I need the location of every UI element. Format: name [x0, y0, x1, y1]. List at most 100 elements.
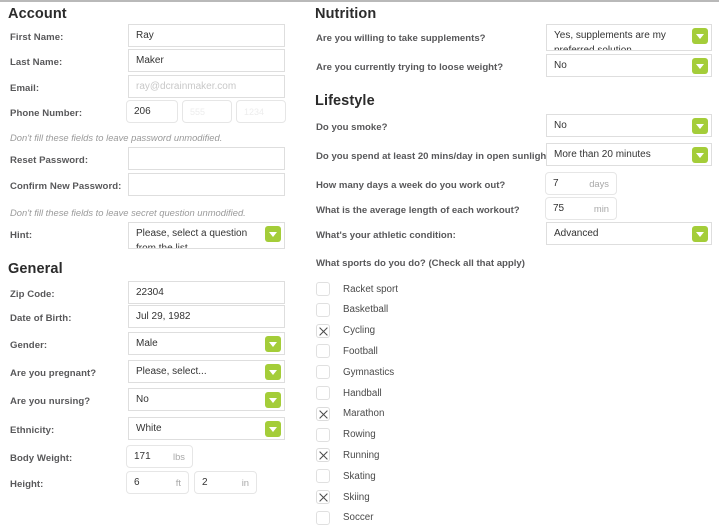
checkbox-unchecked-icon[interactable] — [316, 469, 330, 484]
section-title-nutrition: Nutrition — [315, 6, 377, 22]
sport-checkbox-label: Racket sport — [343, 283, 398, 295]
body-weight-value: 171 — [134, 451, 151, 462]
chevron-down-icon[interactable] — [265, 392, 281, 408]
select-ethnicity-value: White — [136, 423, 162, 434]
select-gender-value: Male — [136, 338, 158, 349]
select-sunlight[interactable]: More than 20 minutes — [546, 143, 712, 166]
label-are-you-pregnant: Are you pregnant? — [10, 368, 97, 379]
input-zip-code[interactable]: 22304 — [128, 281, 285, 304]
checkbox-unchecked-icon[interactable] — [316, 282, 330, 296]
input-email[interactable]: ray@dcrainmaker.com — [128, 75, 285, 98]
label-email: Email: — [10, 83, 40, 94]
input-days-workout[interactable]: 7 days — [545, 172, 617, 195]
sport-checkbox-label: Gymnastics — [343, 366, 395, 378]
select-athletic-condition-value: Advanced — [554, 228, 599, 239]
sport-checkbox-row[interactable]: Handball — [316, 383, 382, 403]
sport-checkbox-row[interactable]: Rowing — [316, 425, 376, 445]
checkbox-checked-icon[interactable] — [316, 448, 330, 463]
label-workout-length: What is the average length of each worko… — [316, 205, 520, 216]
input-confirm-new-password[interactable] — [128, 173, 285, 196]
input-date-of-birth[interactable]: Jul 29, 1982 — [128, 305, 285, 328]
label-hint: Hint: — [10, 230, 33, 241]
sport-checkbox-row[interactable]: Cycling — [316, 321, 375, 341]
checkbox-checked-icon[interactable] — [316, 323, 330, 338]
select-ethnicity[interactable]: White — [128, 417, 285, 440]
select-do-you-smoke[interactable]: No — [546, 114, 712, 137]
sport-checkbox-row[interactable]: Football — [316, 341, 378, 361]
sport-checkbox-row[interactable]: Racket sport — [316, 279, 398, 299]
select-loose-weight[interactable]: No — [546, 54, 712, 77]
password-note: Don't fill these fields to leave passwor… — [10, 132, 223, 143]
select-loose-weight-value: No — [554, 60, 567, 71]
label-date-of-birth: Date of Birth: — [10, 313, 72, 324]
select-hint[interactable]: Please, select a question from the list. — [128, 222, 285, 249]
sport-checkbox-row[interactable]: Skating — [316, 466, 376, 486]
input-workout-length[interactable]: 75 min — [545, 197, 617, 220]
chevron-down-icon[interactable] — [692, 58, 708, 74]
input-body-weight[interactable]: 171 lbs — [126, 445, 193, 468]
chevron-down-icon[interactable] — [692, 118, 708, 134]
label-athletic-condition: What's your athletic condition: — [316, 230, 456, 241]
sport-checkbox-label: Football — [343, 345, 378, 357]
input-phone-area[interactable]: 206 — [126, 100, 178, 123]
label-do-you-smoke: Do you smoke? — [316, 122, 388, 133]
sport-checkbox-row[interactable]: Soccer — [316, 508, 374, 528]
input-last-name[interactable]: Maker — [128, 49, 285, 72]
label-first-name: First Name: — [10, 32, 64, 43]
label-zip-code: Zip Code: — [10, 289, 55, 300]
select-supplements[interactable]: Yes, supplements are my preferred soluti… — [546, 24, 712, 51]
label-gender: Gender: — [10, 340, 48, 351]
sport-checkbox-label: Rowing — [343, 429, 376, 441]
sport-checkbox-row[interactable]: Gymnastics — [316, 362, 394, 382]
chevron-down-icon[interactable] — [692, 226, 708, 242]
input-first-name[interactable]: Ray — [128, 24, 285, 47]
input-phone-prefix[interactable]: 555 — [182, 100, 232, 123]
sport-checkbox-row[interactable]: Skiing — [316, 487, 370, 507]
select-athletic-condition[interactable]: Advanced — [546, 222, 712, 245]
chevron-down-icon[interactable] — [692, 28, 708, 44]
select-sunlight-value: More than 20 minutes — [554, 149, 651, 160]
chevron-down-icon[interactable] — [265, 226, 281, 242]
select-hint-value: Please, select a question from the list. — [136, 228, 248, 249]
sport-checkbox-row[interactable]: Marathon — [316, 404, 384, 424]
sport-checkbox-label: Cycling — [343, 325, 376, 337]
sport-checkbox-row[interactable]: Basketball — [316, 300, 388, 320]
select-pregnant-value: Please, select... — [136, 366, 207, 377]
select-are-you-nursing[interactable]: No — [128, 388, 285, 411]
sport-checkbox-label: Skiing — [343, 491, 370, 503]
checkbox-unchecked-icon[interactable] — [316, 427, 330, 442]
sport-checkbox-row[interactable]: Running — [316, 445, 380, 465]
label-are-you-nursing: Are you nursing? — [10, 396, 91, 407]
checkbox-unchecked-icon[interactable] — [316, 365, 330, 380]
sport-checkbox-label: Soccer — [343, 512, 374, 524]
input-phone-line[interactable]: 1234 — [236, 100, 286, 123]
select-gender[interactable]: Male — [128, 332, 285, 355]
sport-checkbox-label: Skating — [343, 470, 376, 482]
checkbox-unchecked-icon[interactable] — [316, 510, 330, 525]
chevron-down-icon[interactable] — [692, 147, 708, 163]
select-are-you-pregnant[interactable]: Please, select... — [128, 360, 285, 383]
checkbox-checked-icon[interactable] — [316, 406, 330, 421]
label-confirm-new-password: Confirm New Password: — [10, 181, 122, 192]
workout-length-value: 75 — [553, 203, 565, 214]
checkbox-unchecked-icon[interactable] — [316, 302, 330, 317]
checkbox-unchecked-icon[interactable] — [316, 344, 330, 359]
workout-length-unit: min — [593, 203, 609, 214]
secret-question-note: Don't fill these fields to leave secret … — [10, 207, 246, 218]
sport-checkbox-label: Handball — [343, 387, 382, 399]
select-smoke-value: No — [554, 120, 567, 131]
checkbox-unchecked-icon[interactable] — [316, 386, 330, 400]
section-title-general: General — [8, 261, 63, 277]
chevron-down-icon[interactable] — [265, 421, 281, 437]
label-supplements: Are you willing to take supplements? — [316, 33, 486, 44]
input-height-inches[interactable]: 2 in — [194, 471, 257, 494]
label-body-weight: Body Weight: — [10, 453, 73, 464]
settings-form-page: Account First Name: Ray Last Name: Maker… — [0, 0, 719, 531]
checkbox-checked-icon[interactable] — [316, 490, 330, 504]
height-feet-value: 6 — [134, 477, 140, 488]
input-reset-password[interactable] — [128, 147, 285, 170]
label-sunlight: Do you spend at least 20 mins/day in ope… — [316, 151, 556, 162]
chevron-down-icon[interactable] — [265, 336, 281, 352]
input-height-feet[interactable]: 6 ft — [126, 471, 189, 494]
chevron-down-icon[interactable] — [265, 364, 281, 380]
